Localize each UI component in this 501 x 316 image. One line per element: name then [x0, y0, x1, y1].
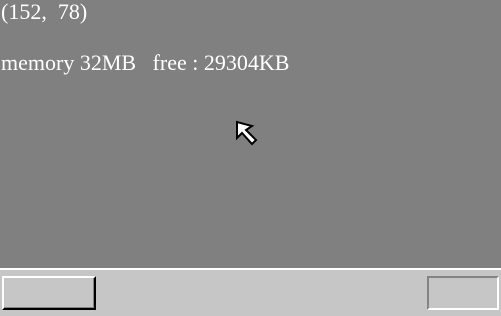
desktop-background[interactable]: (152, 78) memory 32MB free : 29304KB: [0, 0, 501, 268]
mouse-coordinates-text: (152, 78): [1, 0, 88, 24]
start-button[interactable]: [2, 276, 96, 310]
system-tray[interactable]: [427, 276, 499, 310]
memory-status-text: memory 32MB free : 29304KB: [1, 50, 290, 75]
taskbar: [0, 268, 501, 316]
arrow-pointer-icon: [236, 120, 258, 146]
